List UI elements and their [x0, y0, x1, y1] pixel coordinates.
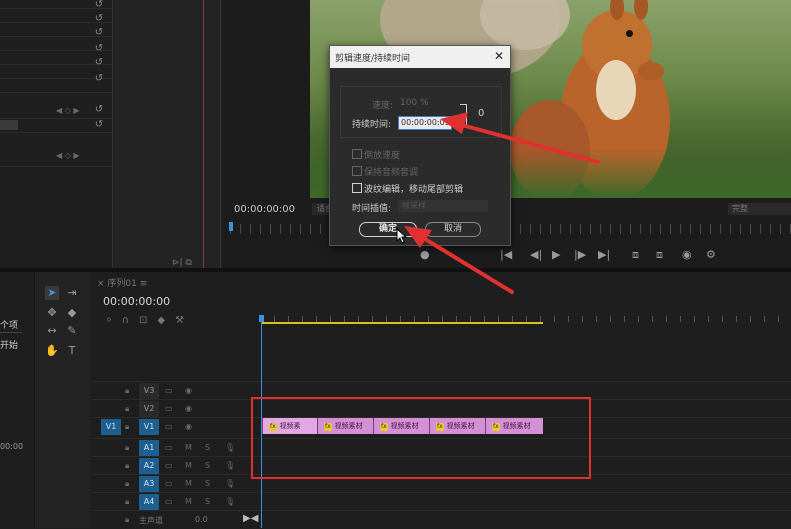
arrow-to-ok	[404, 226, 514, 294]
annotation-arrows	[404, 112, 600, 294]
arrow-to-duration	[440, 112, 600, 164]
